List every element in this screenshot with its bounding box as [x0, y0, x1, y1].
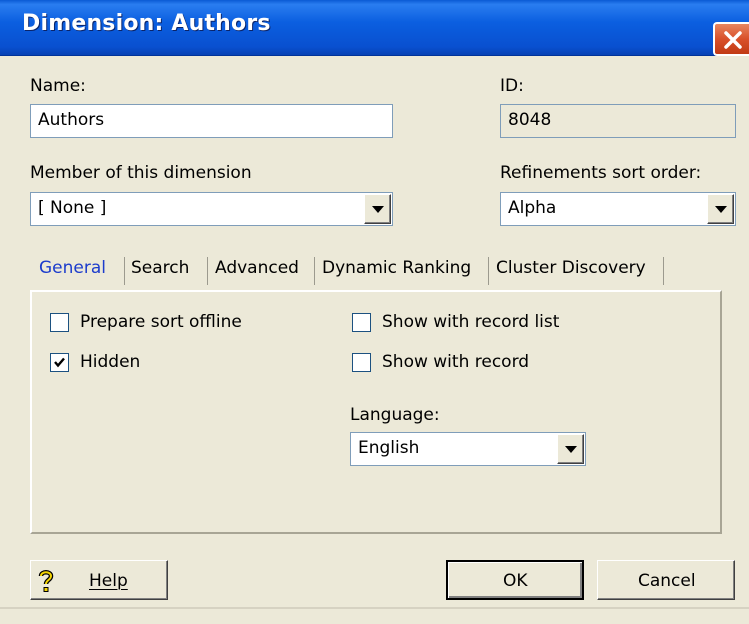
tab-separator — [124, 257, 125, 285]
tab-separator — [663, 257, 664, 285]
tab-dynamic-ranking[interactable]: Dynamic Ranking — [322, 258, 471, 278]
member-label: Member of this dimension — [30, 163, 252, 183]
help-question-icon — [38, 570, 54, 592]
name-input[interactable]: Authors — [30, 104, 393, 138]
sort-order-dropdown-value: Alpha — [508, 198, 557, 218]
language-dropdown-value: English — [358, 438, 420, 458]
language-label: Language: — [350, 405, 440, 425]
sort-order-label: Refinements sort order: — [500, 163, 702, 183]
id-field: 8048 — [500, 104, 736, 138]
help-button[interactable]: Help — [30, 560, 168, 600]
cancel-button[interactable]: Cancel — [597, 560, 735, 600]
tab-separator — [207, 257, 208, 285]
cancel-button-label: Cancel — [638, 571, 696, 591]
show-with-record-list-checkbox[interactable] — [352, 313, 371, 332]
checkmark-icon — [54, 357, 65, 368]
window-title: Dimension: Authors — [22, 11, 271, 36]
show-with-record-list-label: Show with record list — [382, 312, 560, 332]
hidden-checkbox[interactable] — [50, 353, 69, 372]
show-with-record-checkbox[interactable] — [352, 353, 371, 372]
member-dropdown[interactable]: [ None ] — [30, 192, 393, 226]
help-button-label: Help — [89, 571, 128, 591]
ok-button[interactable]: OK — [446, 560, 584, 600]
tab-cluster-discovery[interactable]: Cluster Discovery — [496, 258, 646, 278]
sort-order-dropdown-button[interactable] — [707, 194, 734, 224]
chevron-down-icon — [565, 446, 577, 453]
member-dropdown-value: [ None ] — [38, 198, 107, 218]
chevron-down-icon — [715, 206, 727, 213]
tab-separator — [488, 257, 489, 285]
name-label: Name: — [30, 76, 86, 96]
language-dropdown-button[interactable] — [557, 434, 584, 464]
member-dropdown-button[interactable] — [364, 194, 391, 224]
bottom-edge — [0, 607, 749, 609]
sort-order-dropdown[interactable]: Alpha — [500, 192, 736, 226]
close-icon — [724, 31, 742, 49]
ok-button-label: OK — [503, 571, 528, 591]
prepare-sort-offline-label: Prepare sort offline — [80, 312, 242, 332]
tab-advanced[interactable]: Advanced — [215, 258, 299, 278]
chevron-down-icon — [372, 206, 384, 213]
tab-separator — [314, 257, 315, 285]
general-tab-panel: Prepare sort offline Hidden Show with re… — [30, 290, 722, 534]
prepare-sort-offline-checkbox[interactable] — [50, 313, 69, 332]
language-dropdown[interactable]: English — [350, 432, 586, 466]
hidden-label: Hidden — [80, 352, 141, 372]
tab-search[interactable]: Search — [131, 258, 189, 278]
close-button[interactable] — [713, 22, 749, 56]
tab-general[interactable]: General — [39, 258, 106, 278]
show-with-record-label: Show with record — [382, 352, 530, 372]
title-bar[interactable]: Dimension: Authors — [0, 0, 749, 56]
id-label: ID: — [500, 76, 524, 96]
